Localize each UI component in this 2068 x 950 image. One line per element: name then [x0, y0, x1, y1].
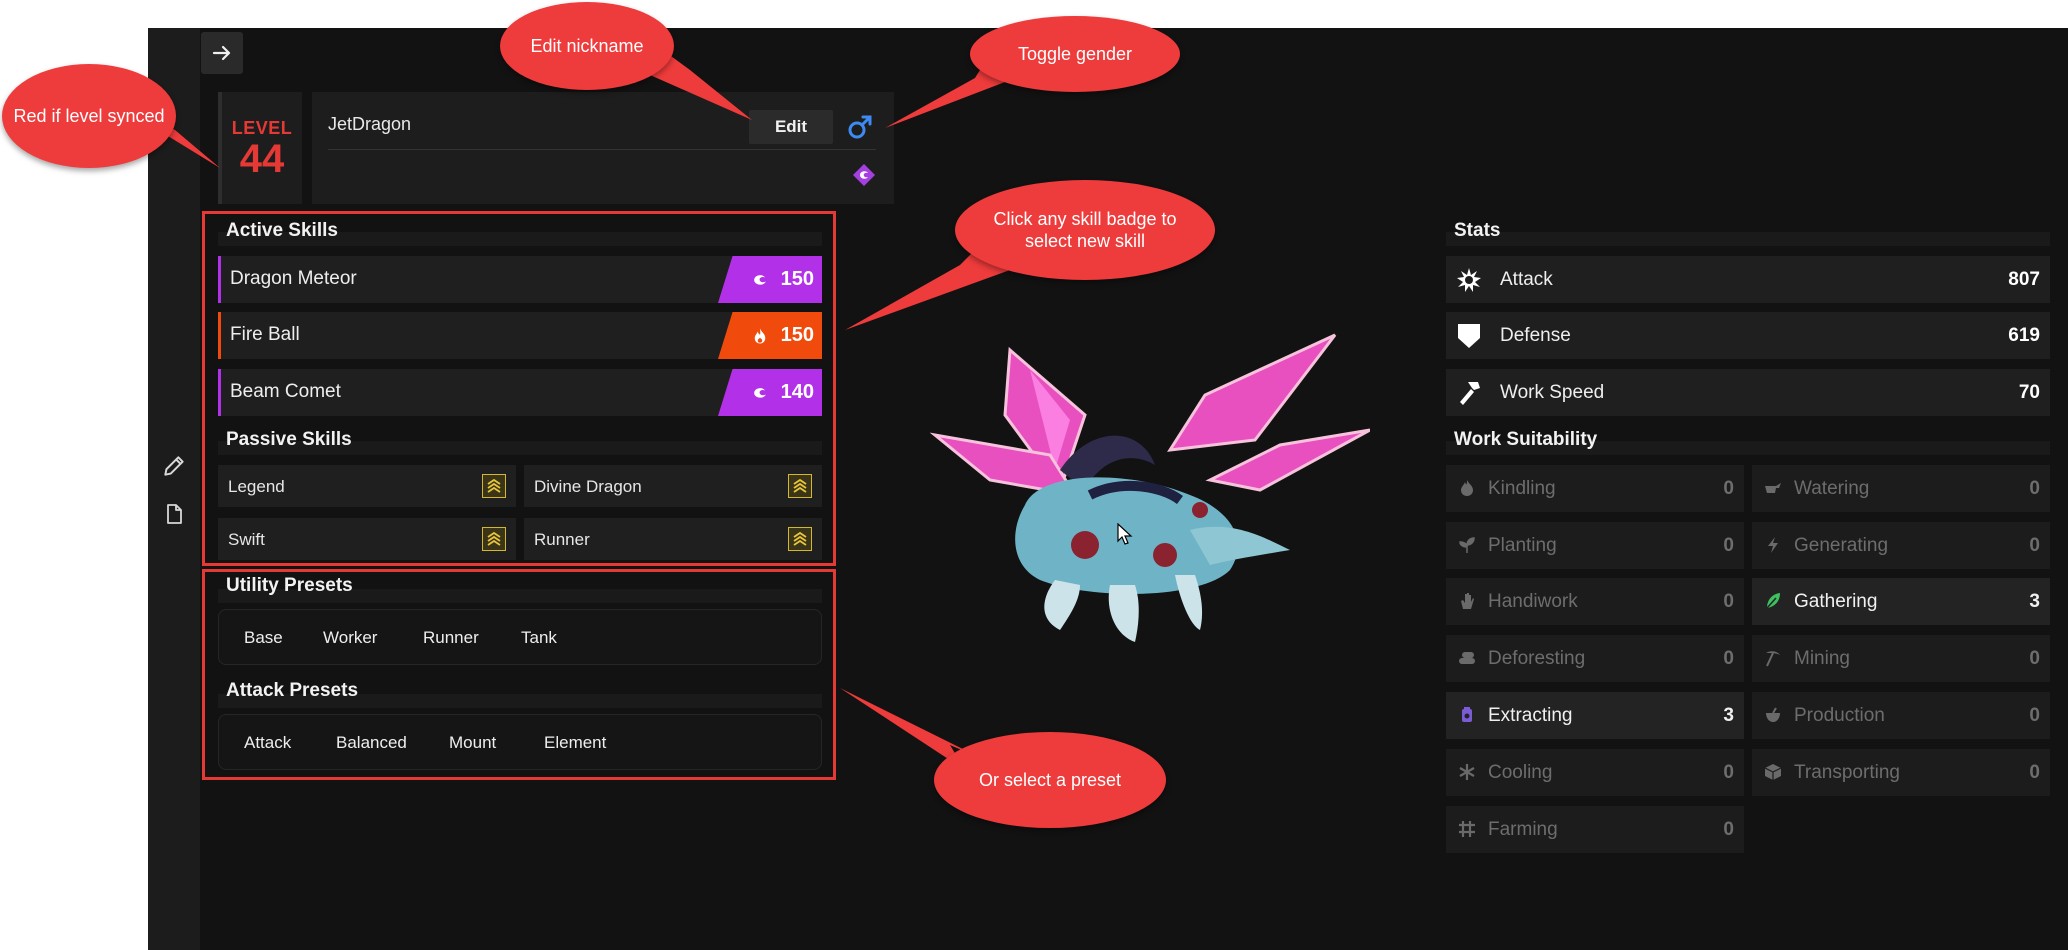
callout-skill: Click any skill badge to select new skil… [955, 180, 1215, 280]
callout-nickname: Edit nickname [500, 2, 674, 90]
callout-preset: Or select a preset [934, 732, 1166, 828]
callout-level: Red if level synced [2, 64, 176, 168]
callout-gender: Toggle gender [970, 16, 1180, 92]
